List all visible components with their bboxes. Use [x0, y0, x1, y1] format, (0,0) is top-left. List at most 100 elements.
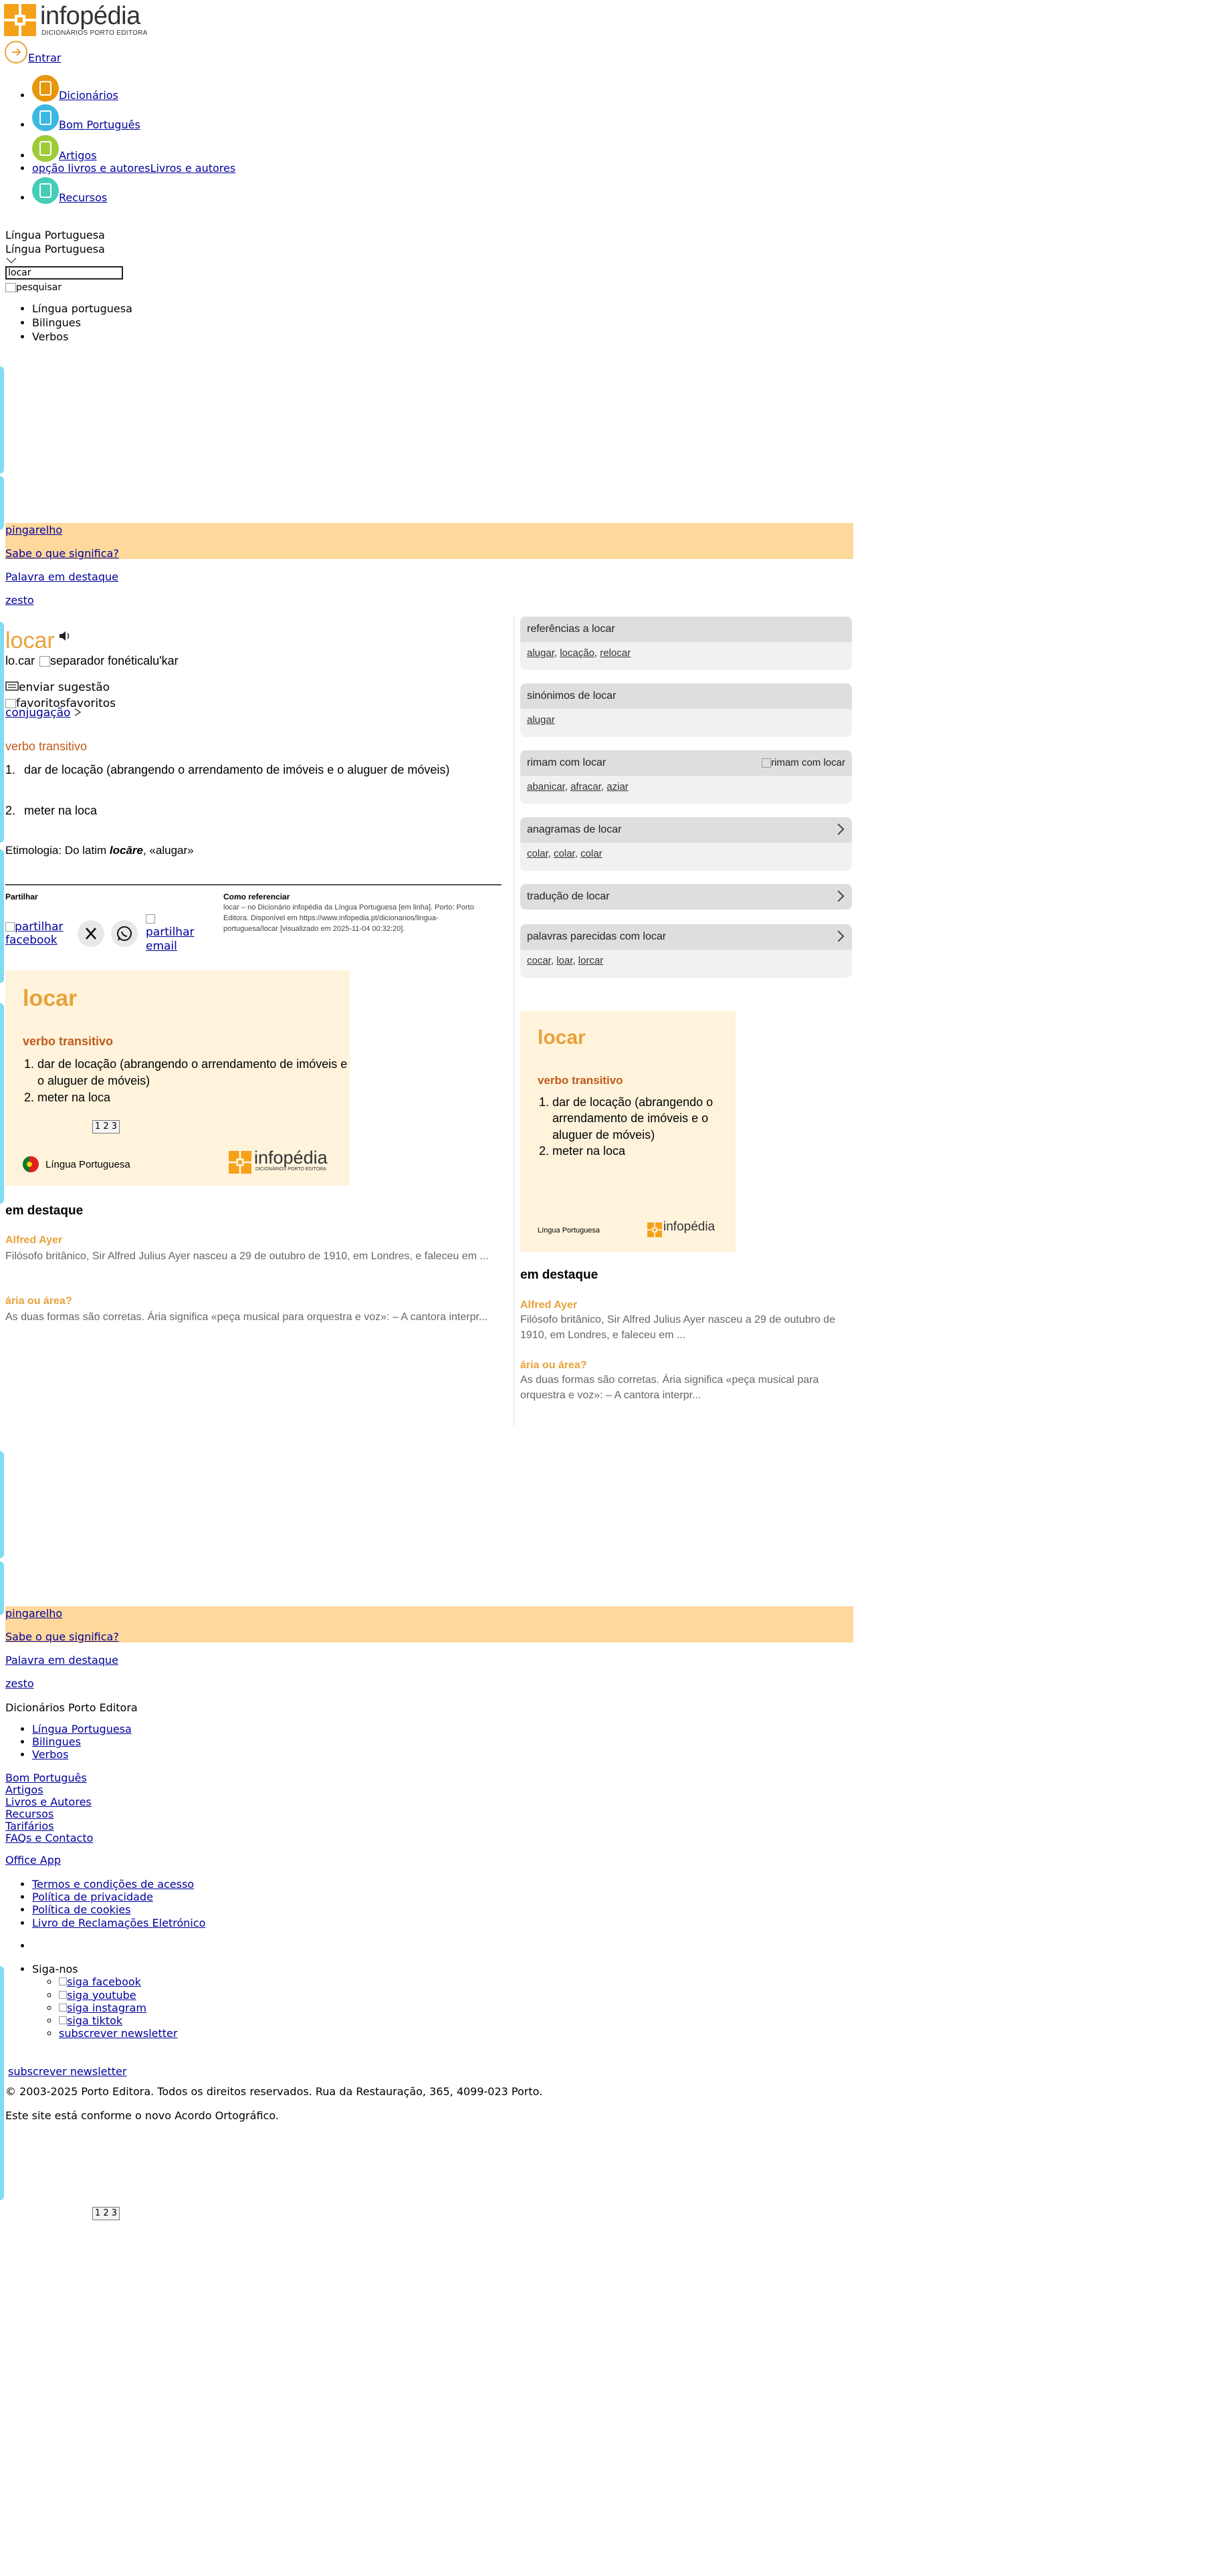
featured-item-text: Filósofo britânico, Sir Alfred Julius Ay… [520, 1314, 836, 1341]
rimas-image-alt: rimam com locar [771, 757, 845, 768]
nav-item-recursos[interactable]: Recursos [32, 177, 433, 205]
conjugation-link-row[interactable]: conjugação [5, 706, 82, 720]
share-whatsapp-button[interactable] [111, 920, 138, 947]
ref-link[interactable]: alugar [527, 714, 555, 726]
footer-legal-link[interactable]: Livro de Reclamações Eletrónico [32, 1917, 205, 1929]
footer-dict-link[interactable]: Bilingues [32, 1735, 81, 1748]
search-option[interactable]: Língua portuguesa [32, 302, 132, 315]
ref-link[interactable]: colar [580, 848, 602, 859]
featured-word-link[interactable]: zesto [5, 1677, 34, 1690]
footer-legal-link[interactable]: Termos e condições de acesso [32, 1878, 194, 1891]
share-email-link[interactable]: partilhar email [146, 912, 199, 953]
ref-link[interactable]: colar [527, 848, 548, 859]
footer-link[interactable]: Recursos [5, 1808, 53, 1820]
separator-label: separador fonética [50, 654, 150, 667]
footer-link[interactable]: FAQs e Contacto [5, 1832, 93, 1844]
featured-item-title[interactable]: ária ou área? [5, 1295, 72, 1307]
card-sense: dar de locação (abrangendo o arrendament… [552, 1094, 733, 1143]
footer-legal-item: Livro de Reclamações Eletrónico [32, 1917, 205, 1929]
search-option[interactable]: Verbos [32, 330, 132, 343]
featured-item-title[interactable]: Alfred Ayer [520, 1299, 577, 1311]
search-input[interactable] [5, 266, 123, 280]
ref-link[interactable]: abanicar [527, 781, 565, 792]
login[interactable]: Entrar [4, 40, 61, 64]
nav-item-bom-portugues[interactable]: Bom Português [32, 104, 433, 131]
newsletter-button[interactable]: subscrever newsletter [8, 2065, 126, 2078]
ref-link[interactable]: cocar [527, 955, 551, 966]
rimas-image-icon: rimam com locar [762, 750, 845, 776]
ref-link[interactable]: alugar [527, 647, 554, 659]
ref-box-anagramas[interactable]: anagramas de locar colar, colar, colar [520, 817, 852, 871]
nav-item-artigos[interactable]: Artigos [32, 135, 433, 162]
ref-link[interactable]: afracar [570, 781, 601, 792]
ref-link[interactable]: colar [554, 848, 575, 859]
login-link[interactable]: Entrar [28, 51, 61, 64]
ref-link[interactable]: relocar [600, 647, 631, 659]
featured-item-title[interactable]: ária ou área? [520, 1359, 587, 1372]
featured-item-title[interactable]: Alfred Ayer [5, 1234, 62, 1247]
nav-item-dicionarios[interactable]: Dicionários [32, 75, 433, 102]
social-newsletter-link[interactable]: subscrever newsletter [59, 2027, 177, 2040]
social-tiktok-link[interactable]: siga tiktok [59, 2014, 122, 2027]
footer-link[interactable]: Artigos [5, 1784, 43, 1796]
share-facebook-link[interactable]: partilhar facebook [5, 920, 75, 948]
ref-box-title-text: rimam com locar [527, 757, 607, 768]
card-senses: dar de locação (abrangendo o arrendament… [23, 1056, 352, 1107]
card-pos: verbo transitivo [23, 1035, 114, 1048]
nav-item-livros-autores[interactable]: opção livros e autoresLivros e autores [32, 162, 433, 175]
ref-link[interactable]: aziar [607, 781, 629, 792]
definition-card-side: locar verbo transitivo dar de locação (a… [520, 1011, 736, 1252]
featured-word-label[interactable]: Palavra em destaque [5, 1654, 118, 1667]
featured-word-link[interactable]: zesto [5, 594, 34, 607]
social-label: siga facebook [67, 1975, 141, 1989]
suggest-button[interactable]: enviar sugestão [5, 681, 110, 694]
ref-box-links: alugar, locação, relocar [527, 647, 631, 659]
chevron-right-icon[interactable] [833, 930, 845, 942]
social-instagram-link[interactable]: siga instagram [59, 2002, 146, 2014]
side-accent-bar [0, 849, 4, 983]
chevron-right-icon[interactable] [833, 823, 845, 835]
nav-link-artigos[interactable]: Artigos [59, 149, 97, 162]
banner-question-link[interactable]: Sabe o que significa? [5, 547, 119, 560]
sense-number: 1. [5, 763, 16, 776]
footer-link[interactable]: Tarifários [5, 1820, 54, 1832]
share-x-button[interactable] [78, 920, 104, 947]
nav-link-bom-portugues[interactable]: Bom Português [59, 118, 140, 131]
footer-pager[interactable]: 1 2 3 [92, 2207, 120, 2220]
ref-link[interactable]: loar [556, 955, 572, 966]
banner-word-link[interactable]: pingarelho [5, 1607, 62, 1620]
social-label: siga instagram [67, 2001, 146, 2014]
ref-link[interactable]: locação [560, 647, 594, 659]
footer-link[interactable]: Livros e Autores [5, 1796, 92, 1808]
social-youtube-link[interactable]: siga youtube [59, 1989, 136, 2002]
nav-link-dicionarios[interactable]: Dicionários [59, 89, 118, 102]
speaker-icon[interactable] [58, 630, 72, 642]
featured-word-label[interactable]: Palavra em destaque [5, 570, 118, 583]
footer-legal-link[interactable]: Política de cookies [32, 1903, 131, 1916]
ref-box-title: palavras parecidas com locar [520, 924, 852, 950]
card-pager[interactable]: 1 2 3 [92, 1120, 120, 1134]
search-button[interactable]: pesquisar [5, 282, 62, 294]
main-nav: Dicionários Bom Português Artigos opção … [5, 75, 433, 205]
search-option[interactable]: Bilingues [32, 316, 132, 329]
nav-link-livros-autores[interactable]: opção livros e autoresLivros e autores [32, 162, 235, 175]
social-facebook-link[interactable]: siga facebook [59, 1975, 141, 1988]
nav-link-recursos[interactable]: Recursos [59, 191, 107, 204]
dictionary-icon [32, 75, 59, 102]
footer-link[interactable]: Bom Português [5, 1772, 87, 1784]
word-of-day-banner [5, 523, 853, 559]
footer-dict-link[interactable]: Língua Portuguesa [32, 1723, 132, 1735]
office-app-link[interactable]: Office App [5, 1854, 61, 1866]
dictionary-select[interactable]: Língua Portuguesa Língua Portuguesa [5, 229, 105, 265]
ref-box-traducao[interactable]: tradução de locar [520, 884, 852, 909]
banner-word-link[interactable]: pingarelho [5, 524, 62, 536]
play-icon [74, 708, 82, 716]
footer-legal-link[interactable]: Política de privacidade [32, 1891, 153, 1903]
footer-dict-link[interactable]: Verbos [32, 1748, 68, 1761]
banner-question-link[interactable]: Sabe o que significa? [5, 1630, 119, 1643]
ref-box-parecidas[interactable]: palavras parecidas com locar cocar, loar… [520, 924, 852, 978]
chevron-right-icon[interactable] [833, 890, 845, 902]
ref-link[interactable]: lorcar [578, 955, 604, 966]
conjugation-link[interactable]: conjugação [5, 706, 70, 720]
site-logo[interactable]: infopédia DICIONÁRIOS PORTO EDITORA [4, 2, 151, 39]
